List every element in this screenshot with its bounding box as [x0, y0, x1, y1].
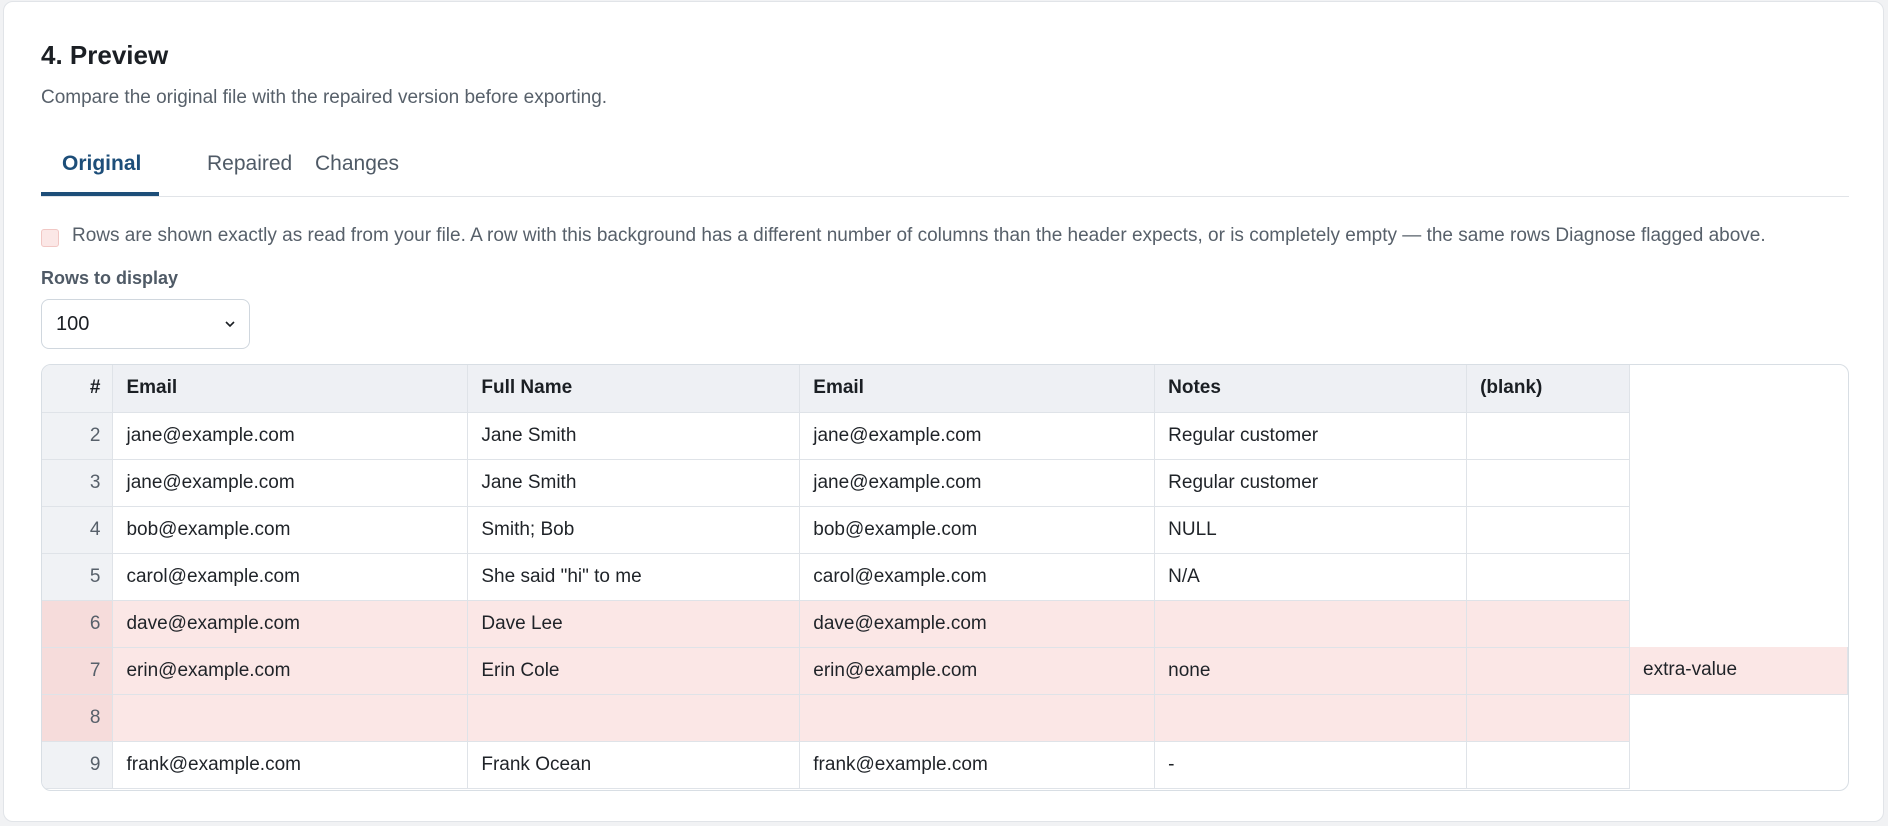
table-cell: jane@example.com — [112, 412, 469, 460]
table-cell: carol@example.com — [799, 553, 1156, 601]
table-cell: jane@example.com — [112, 459, 469, 507]
column-header-full-name: Full Name — [467, 365, 801, 413]
overflow-space — [1630, 553, 1848, 600]
table-cell: jane@example.com — [799, 459, 1156, 507]
table-cell: Smith; Bob — [467, 506, 801, 554]
table-cell — [1466, 741, 1631, 789]
table-cell: frank@example.com — [799, 741, 1156, 789]
table-cell — [1466, 459, 1631, 507]
column-header-row-number: # — [42, 365, 114, 413]
table-cell — [1466, 553, 1631, 601]
table-cell — [1154, 694, 1468, 742]
overflow-space — [1630, 694, 1848, 741]
table-cell: dave@example.com — [799, 600, 1156, 648]
table-body: 2 jane@example.com Jane Smith jane@example.… — [42, 412, 1848, 789]
table-cell: bob@example.com — [112, 506, 469, 554]
extra-value-cell: extra-value — [1629, 647, 1848, 695]
overflow-space — [1630, 506, 1848, 553]
overflow-space — [1630, 600, 1848, 647]
table-row: 9 frank@example.com Frank Ocean frank@examp… — [42, 741, 1848, 789]
table-cell: carol@example.com — [112, 553, 469, 601]
preview-tabs: Original Repaired Changes — [41, 142, 1849, 197]
table-cell: none — [1154, 647, 1468, 695]
rows-to-display-label: Rows to display — [41, 268, 179, 288]
table-cell: Erin Cole — [467, 647, 801, 695]
chevron-down-icon — [225, 321, 235, 328]
preview-card: 4. Preview Compare the original file wit… — [3, 1, 1884, 822]
table-cell: frank@example.com — [112, 741, 469, 789]
table-cell: Jane Smith — [467, 412, 801, 460]
table-cell — [112, 694, 469, 742]
row-number-cell: 5 — [42, 553, 114, 601]
table-cell — [1466, 694, 1631, 742]
table-row: 2 jane@example.com Jane Smith jane@example.… — [42, 412, 1848, 460]
table-cell: She said "hi" to me — [467, 553, 801, 601]
row-number-cell: 9 — [42, 741, 114, 789]
table-cell: Dave Lee — [467, 600, 801, 648]
row-number-cell: 7 — [42, 647, 114, 695]
row-number-cell: 2 — [42, 412, 114, 460]
flag-swatch — [41, 229, 59, 247]
table-cell — [1466, 412, 1631, 460]
tab-changes[interactable]: Changes — [294, 152, 420, 196]
table-cell: dave@example.com — [112, 600, 469, 648]
table-row: 7 erin@example.com Erin Cole erin@example.c… — [42, 647, 1848, 695]
table-cell — [1466, 647, 1631, 695]
table-cell: NULL — [1154, 506, 1468, 554]
preview-table-wrapper[interactable]: # Email Full Name Email Notes (blank) 2j… — [41, 364, 1849, 791]
table-cell — [1466, 600, 1631, 648]
table-cell: erin@example.com — [799, 647, 1156, 695]
row-number-cell: 6 — [42, 600, 114, 648]
table-cell: N/A — [1154, 553, 1468, 601]
flag-legend: Rows are shown exactly as read from your… — [41, 224, 1766, 248]
table-header-row: # Email Full Name Email Notes (blank) — [42, 365, 1848, 413]
overflow-space — [1630, 741, 1848, 788]
overflow-space — [1630, 459, 1848, 506]
table-cell: Jane Smith — [467, 459, 801, 507]
column-header-email-2: Email — [799, 365, 1156, 413]
table-cell: bob@example.com — [799, 506, 1156, 554]
preview-table: # Email Full Name Email Notes (blank) 2j… — [42, 365, 1848, 789]
table-cell — [799, 694, 1156, 742]
table-cell — [1154, 600, 1468, 648]
table-cell — [467, 694, 801, 742]
header-overflow-space — [1630, 365, 1848, 412]
rows-to-display-select[interactable]: 100 — [41, 299, 250, 349]
column-header-email: Email — [112, 365, 469, 413]
table-cell: Frank Ocean — [467, 741, 801, 789]
column-header-notes: Notes — [1154, 365, 1468, 413]
column-header-blank: (blank) — [1466, 365, 1631, 413]
table-row: 5 carol@example.com She said "hi" to me car… — [42, 553, 1848, 601]
row-number-cell: 3 — [42, 459, 114, 507]
row-number-cell: 8 — [42, 694, 114, 742]
table-row: 8 — [42, 694, 1848, 742]
rows-to-display-value: 100 — [56, 313, 90, 335]
table-cell: - — [1154, 741, 1468, 789]
table-cell: Regular customer — [1154, 412, 1468, 460]
table-row: 4 bob@example.com Smith; Bob bob@example.co… — [42, 506, 1848, 554]
table-row: 3 jane@example.com Jane Smith jane@example.… — [42, 459, 1848, 507]
table-cell: Regular customer — [1154, 459, 1468, 507]
table-row: 6 dave@example.com Dave Lee dave@example.co… — [42, 600, 1848, 648]
overflow-space — [1630, 412, 1848, 459]
section-title: 4. Preview — [41, 40, 169, 70]
row-number-cell: 4 — [42, 506, 114, 554]
flag-legend-text: Rows are shown exactly as read from your… — [72, 225, 1766, 246]
tab-original[interactable]: Original — [41, 152, 159, 196]
section-subtitle: Compare the original file with the repai… — [41, 87, 608, 108]
table-cell: erin@example.com — [112, 647, 469, 695]
table-cell — [1466, 506, 1631, 554]
table-cell: jane@example.com — [799, 412, 1156, 460]
